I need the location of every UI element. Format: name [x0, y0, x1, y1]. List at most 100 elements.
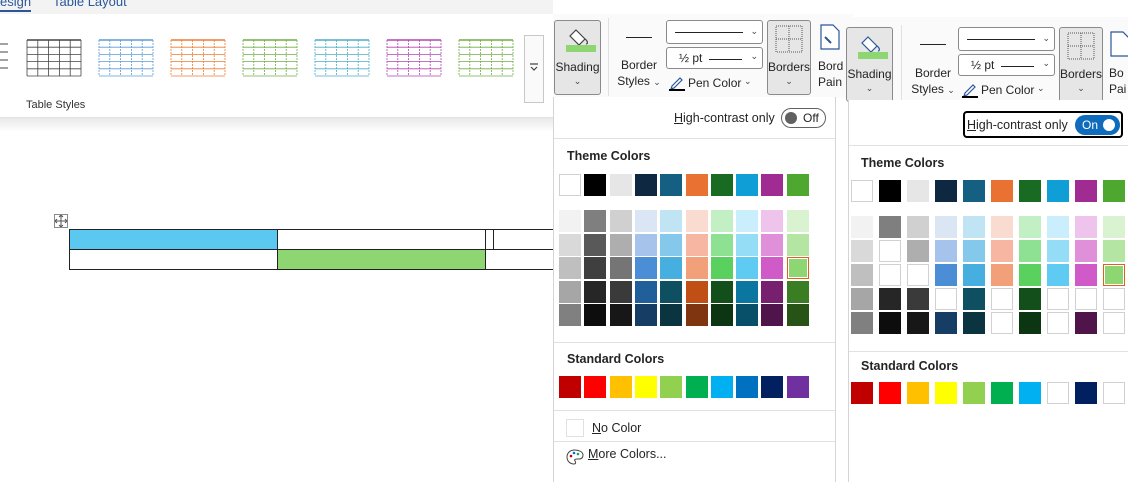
theme-color-swatch[interactable] [685, 304, 708, 326]
theme-color-swatch[interactable] [879, 288, 901, 310]
table-style-thumbnail[interactable] [314, 38, 370, 78]
standard-color-swatch[interactable] [935, 382, 957, 404]
theme-color-swatch[interactable] [736, 174, 759, 196]
theme-color-swatch[interactable] [761, 233, 784, 256]
table-style-partial[interactable] [0, 38, 10, 78]
theme-color-swatch[interactable] [660, 304, 683, 326]
standard-color-swatch[interactable] [609, 376, 632, 398]
standard-color-swatch[interactable] [907, 382, 929, 404]
borders-button[interactable]: Borders ⌄ [767, 20, 811, 95]
table-style-thumbnail[interactable] [242, 38, 298, 78]
theme-color-swatch[interactable] [609, 280, 632, 303]
high-contrast-toggle[interactable]: On [1075, 115, 1120, 135]
theme-color-swatch[interactable] [584, 257, 607, 279]
theme-color-swatch[interactable] [1019, 312, 1041, 334]
theme-color-swatch[interactable] [963, 240, 985, 262]
theme-color-swatch-selected[interactable] [1103, 264, 1125, 286]
theme-color-swatch[interactable] [1075, 180, 1097, 202]
standard-color-swatch[interactable] [1075, 382, 1097, 404]
theme-color-swatch[interactable] [1047, 180, 1069, 202]
theme-color-swatch[interactable] [710, 233, 733, 256]
theme-color-swatch[interactable] [1103, 312, 1125, 334]
theme-color-swatch[interactable] [991, 312, 1013, 334]
standard-color-swatch[interactable] [685, 376, 708, 398]
border-painter-button[interactable]: Bord Pain [815, 20, 845, 95]
theme-color-swatch[interactable] [685, 210, 708, 232]
table-cell[interactable] [277, 229, 486, 250]
theme-color-swatch[interactable] [634, 304, 657, 326]
line-weight-dropdown[interactable]: ½ pt ⌄ [958, 54, 1055, 76]
theme-color-swatch[interactable] [736, 233, 759, 256]
theme-color-swatch[interactable] [991, 216, 1013, 238]
theme-color-swatch[interactable] [879, 264, 901, 286]
theme-color-swatch[interactable] [584, 280, 607, 303]
theme-color-swatch[interactable] [736, 257, 759, 279]
table-cell-shaded-green[interactable] [277, 249, 486, 270]
theme-color-swatch[interactable] [851, 240, 873, 262]
theme-color-swatch[interactable] [559, 280, 581, 303]
theme-color-swatch[interactable] [634, 280, 657, 303]
theme-color-swatch[interactable] [963, 288, 985, 310]
theme-color-swatch[interactable] [786, 233, 809, 256]
theme-color-swatch[interactable] [761, 257, 784, 279]
theme-color-swatch[interactable] [879, 312, 901, 334]
theme-color-swatch[interactable] [710, 257, 733, 279]
line-style-dropdown[interactable]: ⌄ [958, 27, 1055, 51]
line-weight-dropdown[interactable]: ½ pt ⌄ [666, 47, 763, 69]
theme-color-swatch[interactable] [991, 180, 1013, 202]
theme-color-swatch[interactable] [963, 264, 985, 286]
border-painter-button[interactable]: Bo Pai [1107, 27, 1128, 102]
table-cell[interactable] [485, 249, 554, 270]
theme-color-swatch[interactable] [991, 288, 1013, 310]
border-styles-button[interactable]: Border Styles ⌄ [908, 27, 958, 102]
table-style-thumbnail[interactable] [386, 38, 442, 78]
tab-table-design[interactable]: esign [0, 0, 32, 12]
theme-color-swatch[interactable] [609, 174, 632, 196]
table-style-thumbnail[interactable] [170, 38, 226, 78]
pen-color-button[interactable]: Pen Color ⌄ [960, 80, 1060, 102]
theme-color-swatch[interactable] [609, 304, 632, 326]
theme-color-swatch[interactable] [559, 304, 581, 326]
theme-color-swatch[interactable] [991, 240, 1013, 262]
table-move-handle[interactable] [54, 214, 68, 228]
theme-color-swatch[interactable] [660, 233, 683, 256]
table-style-thumbnail[interactable] [26, 38, 82, 78]
theme-color-swatch[interactable] [786, 304, 809, 326]
standard-color-swatch[interactable] [1019, 382, 1041, 404]
theme-color-swatch[interactable] [685, 257, 708, 279]
table-cell[interactable] [69, 249, 278, 270]
theme-color-swatch[interactable] [761, 210, 784, 232]
high-contrast-toggle[interactable]: Off [781, 108, 826, 128]
theme-color-swatch[interactable] [584, 233, 607, 256]
theme-color-swatch[interactable] [907, 240, 929, 262]
theme-color-swatch[interactable] [991, 264, 1013, 286]
theme-color-swatch[interactable] [685, 280, 708, 303]
standard-color-swatch[interactable] [736, 376, 759, 398]
theme-color-swatch[interactable] [710, 174, 733, 196]
theme-color-swatch[interactable] [761, 304, 784, 326]
gallery-more-button[interactable] [524, 35, 544, 103]
standard-color-swatch[interactable] [879, 382, 901, 404]
theme-color-swatch[interactable] [786, 210, 809, 232]
theme-color-swatch[interactable] [660, 210, 683, 232]
standard-color-swatch[interactable] [660, 376, 683, 398]
standard-color-swatch[interactable] [761, 376, 784, 398]
theme-color-swatch[interactable] [1019, 240, 1041, 262]
theme-color-swatch[interactable] [1047, 312, 1069, 334]
theme-color-swatch[interactable] [963, 180, 985, 202]
theme-color-swatch[interactable] [1103, 180, 1125, 202]
theme-color-swatch[interactable] [1103, 216, 1125, 238]
theme-color-swatch[interactable] [1103, 240, 1125, 262]
theme-color-swatch[interactable] [1047, 264, 1069, 286]
theme-color-swatch[interactable] [559, 174, 581, 196]
theme-color-swatch[interactable] [851, 312, 873, 334]
theme-color-swatch[interactable] [660, 257, 683, 279]
theme-color-swatch[interactable] [710, 304, 733, 326]
borders-button[interactable]: Borders ⌄ [1059, 27, 1103, 102]
standard-color-swatch[interactable] [1103, 382, 1125, 404]
standard-color-swatch[interactable] [710, 376, 733, 398]
theme-color-swatch[interactable] [710, 210, 733, 232]
theme-color-swatch[interactable] [634, 257, 657, 279]
line-style-dropdown[interactable]: ⌄ [666, 20, 763, 44]
theme-color-swatch[interactable] [935, 264, 957, 286]
